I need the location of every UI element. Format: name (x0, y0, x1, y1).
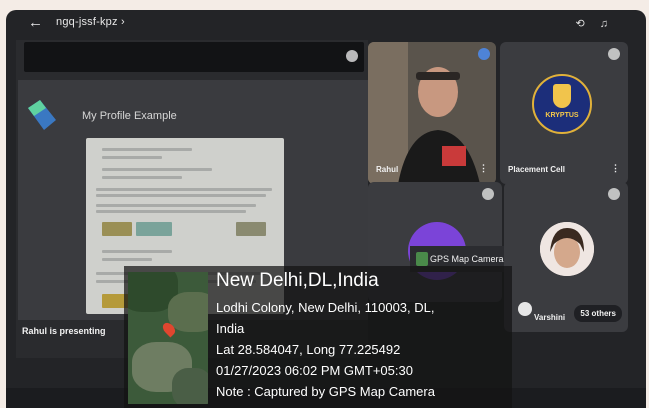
switch-camera-icon[interactable]: ⟲ (575, 18, 584, 30)
top-bar: ← ngq-jssf-kpz › ⟲ ♫ (6, 10, 646, 38)
map-thumbnail (128, 272, 208, 404)
pin-icon[interactable] (482, 188, 494, 200)
top-actions: ⟲ ♫ (563, 17, 608, 30)
participant-name: Rahul (376, 165, 399, 174)
participant-name: Placement Cell (508, 165, 565, 174)
gps-note: Note : Captured by GPS Map Camera (216, 384, 435, 399)
presenting-status: Rahul is presenting (22, 326, 106, 336)
participant-tile-rahul[interactable]: Rahul ⋮ (368, 42, 496, 184)
pin-icon[interactable] (346, 50, 358, 62)
pin-icon[interactable] (608, 48, 620, 60)
speaking-indicator-icon (478, 48, 490, 60)
participant-name: Varshini (534, 313, 566, 322)
map-camera-icon (416, 252, 428, 266)
device-frame: ← ngq-jssf-kpz › ⟲ ♫ My Profile Example (0, 0, 649, 408)
pin-icon[interactable] (608, 188, 620, 200)
app-logo-icon (28, 100, 56, 130)
gps-coordinates: Lat 28.584047, Long 77.225492 (216, 342, 401, 357)
mic-off-icon (518, 302, 532, 316)
audio-output-icon[interactable]: ♫ (600, 18, 608, 30)
gps-stamp-overlay: New Delhi,DL,India Lodhi Colony, New Del… (124, 266, 512, 408)
gps-address-line-2: India (216, 321, 245, 336)
gps-datetime: 01/27/2023 06:02 PM GMT+05:30 (216, 363, 413, 378)
meeting-code[interactable]: ngq-jssf-kpz › (56, 16, 125, 28)
participant-video (368, 42, 496, 184)
slide-title: My Profile Example (82, 110, 177, 122)
more-vert-icon[interactable]: ⋮ (611, 163, 620, 174)
gps-address-line-1: Lodhi Colony, New Delhi, 110003, DL, (216, 300, 435, 315)
participant-tile-placement-cell[interactable]: KRYPTUS Placement Cell ⋮ (500, 42, 628, 184)
gps-city: New Delhi,DL,India (216, 270, 379, 291)
presentation-header (24, 42, 364, 72)
others-count-badge[interactable]: 53 others (574, 305, 622, 322)
participant-tile-varshini[interactable]: Varshini 53 others (504, 182, 628, 332)
more-vert-icon[interactable]: ⋮ (479, 163, 488, 174)
arrow-left-icon[interactable]: ← (28, 14, 43, 31)
avatar (540, 222, 594, 276)
kryptus-logo: KRYPTUS (532, 74, 592, 134)
